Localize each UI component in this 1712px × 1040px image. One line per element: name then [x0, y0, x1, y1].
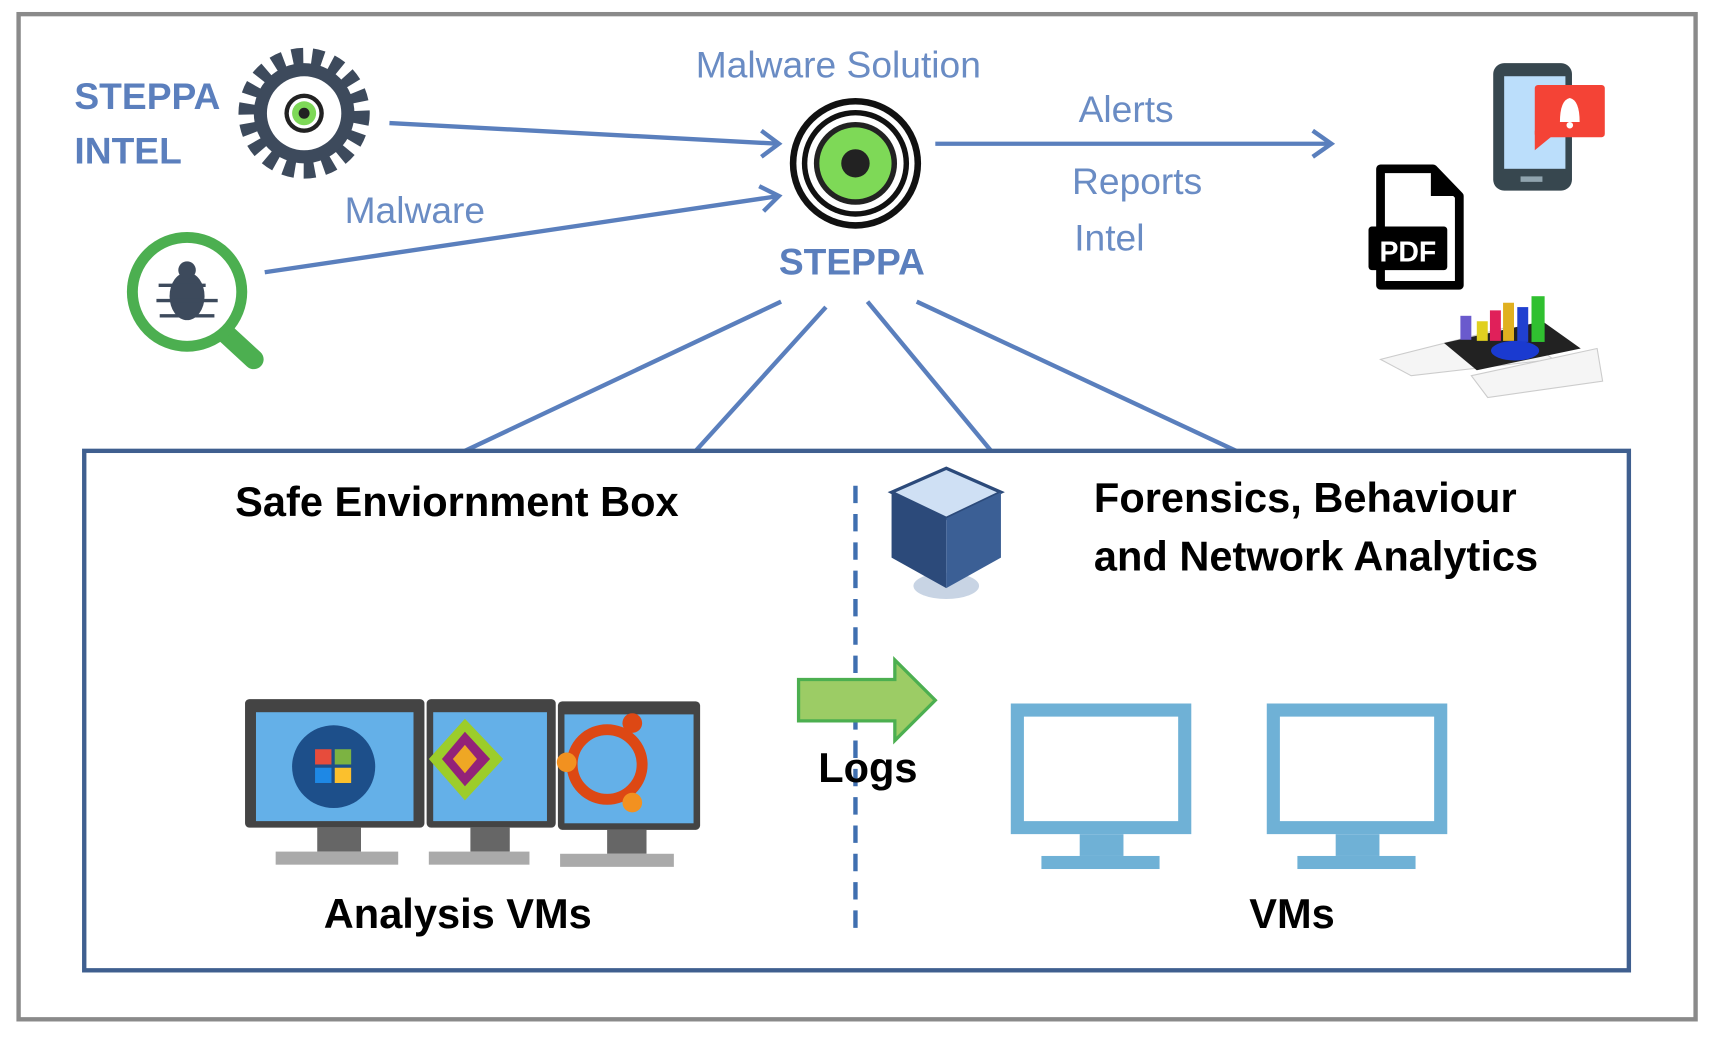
pdf-file-icon: PDF: [1368, 164, 1464, 290]
steppa-center-label: STEPPA: [779, 241, 925, 283]
malware-solution-label: Malware Solution: [696, 43, 981, 85]
analytics-title-line2: and Network Analytics: [1094, 533, 1538, 580]
analytics-title-line1: Forensics, Behaviour: [1094, 474, 1517, 521]
reports-label: Reports: [1072, 160, 1202, 202]
intel-label: Intel: [1074, 217, 1144, 259]
logs-label: Logs: [818, 744, 917, 791]
steppa-intel-title-line2: INTEL: [74, 129, 181, 171]
steppa-intel-title-line1: STEPPA: [74, 75, 220, 117]
vms-label: VMs: [1249, 890, 1334, 937]
safe-environment-title: Safe Enviornment Box: [235, 478, 678, 525]
alerts-label: Alerts: [1079, 88, 1174, 130]
pdf-label: PDF: [1379, 236, 1436, 268]
target-icon: [789, 98, 922, 229]
malware-label: Malware: [345, 189, 485, 231]
analysis-vms-label: Analysis VMs: [324, 890, 592, 937]
steppa-architecture-diagram: STEPPA INTEL Malware Malware Solution ST…: [16, 11, 1698, 1022]
